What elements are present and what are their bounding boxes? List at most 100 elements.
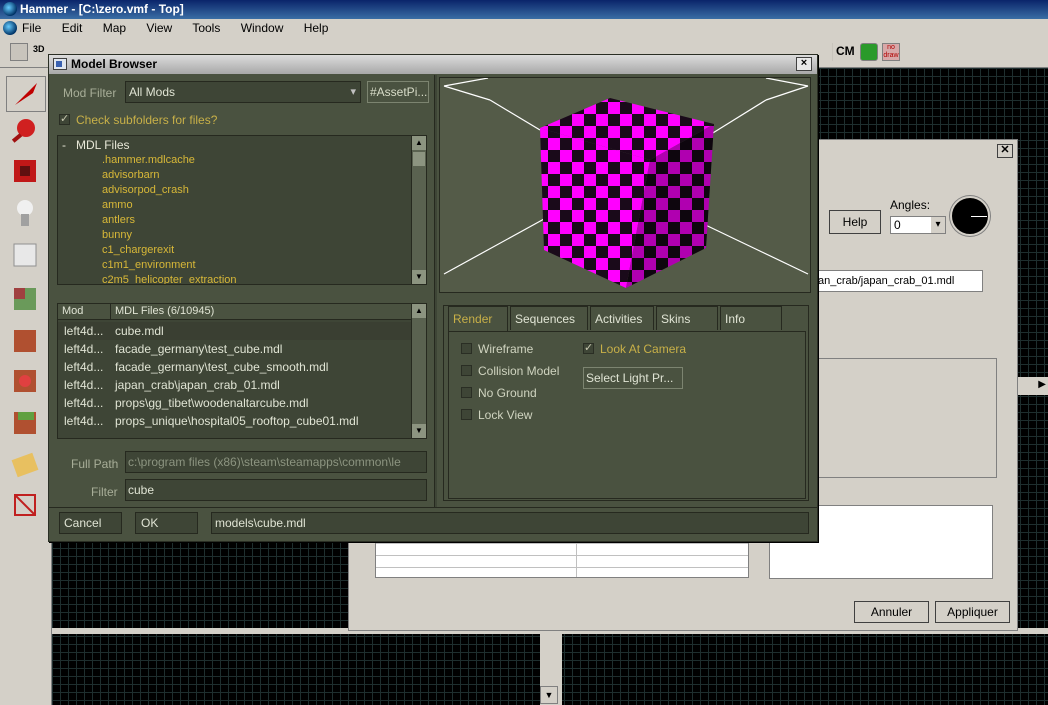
file-row[interactable]: left4d... props_unique\hospital05_rooftop… [58, 412, 413, 430]
tab-render[interactable]: Render [448, 306, 508, 332]
apply-texture-icon[interactable] [6, 324, 46, 360]
filter-input[interactable]: cube [125, 479, 427, 501]
tree-scrollbar[interactable]: ▲ ▼ [411, 136, 426, 284]
texture-tool-icon[interactable] [6, 282, 46, 318]
wireframe-option[interactable]: Wireframe [461, 342, 533, 356]
document-globe-icon[interactable] [3, 21, 17, 35]
grid-toggle-icon[interactable] [10, 43, 28, 61]
row-mod: left4d... [64, 378, 104, 392]
menu-window[interactable]: Window [241, 21, 284, 35]
full-path-field[interactable]: c:\program files (x86)\steam\steamapps\c… [125, 451, 427, 473]
no-ground-option[interactable]: No Ground [461, 386, 537, 400]
menu-map[interactable]: Map [103, 21, 126, 35]
look-at-camera-option[interactable]: Look At Camera [583, 341, 686, 356]
subfolders-checkbox[interactable] [59, 112, 70, 125]
file-row[interactable]: left4d... facade_germany\test_cube_smooth… [58, 358, 413, 376]
tree-item[interactable]: advisorbarn [102, 168, 237, 183]
magnify-tool-icon[interactable] [6, 114, 46, 150]
menu-view[interactable]: View [146, 21, 172, 35]
tab-activities[interactable]: Activities [590, 306, 654, 330]
entity-tool-icon[interactable] [6, 196, 46, 232]
angles-dial-icon[interactable] [950, 196, 990, 236]
tree-item[interactable]: .hammer.mdlcache [102, 153, 237, 168]
tree-item[interactable]: ammo [102, 198, 237, 213]
overlay-tool-icon[interactable] [6, 406, 46, 442]
look-at-camera-checkbox[interactable] [583, 341, 594, 354]
tree-item[interactable]: antlers [102, 213, 237, 228]
pane-splitter[interactable] [434, 75, 437, 507]
tree-item[interactable]: c2m5_helicopter_extraction [102, 273, 237, 284]
menu-tools[interactable]: Tools [192, 21, 220, 35]
file-list-scrollbar[interactable]: ▲ ▼ [411, 304, 426, 438]
menu-edit[interactable]: Edit [62, 21, 83, 35]
file-row[interactable]: left4d... japan_crab\japan_crab_01.mdl [58, 376, 413, 394]
viewport-scroll-down-icon[interactable]: ▼ [540, 686, 558, 704]
row-file: japan_crab\japan_crab_01.mdl [115, 378, 280, 392]
angles-select[interactable]: 0 [890, 216, 946, 234]
model-keyvalue-field[interactable]: an_crab/japan_crab_01.mdl [815, 270, 983, 292]
scroll-up-icon[interactable]: ▲ [412, 304, 426, 318]
scroll-right-icon[interactable] [1018, 377, 1048, 395]
properties-help-button[interactable]: Help [829, 210, 881, 234]
window-app-icon [53, 58, 67, 70]
keyvalue-table[interactable] [375, 542, 749, 578]
tab-info[interactable]: Info [720, 306, 782, 330]
row-mod: left4d... [64, 342, 104, 356]
collision-option[interactable]: Collision Model [461, 364, 559, 378]
collision-checkbox[interactable] [461, 365, 472, 376]
scroll-down-icon[interactable]: ▼ [412, 270, 426, 284]
3d-grid-label[interactable]: 3D [33, 44, 45, 54]
subfolders-checkbox-row[interactable]: Check subfolders for files? [59, 112, 218, 127]
properties-close-icon[interactable]: ✕ [997, 144, 1013, 158]
green-leaf-icon[interactable] [860, 43, 878, 61]
vertex-tool-icon[interactable] [6, 488, 46, 524]
wireframe-checkbox[interactable] [461, 343, 472, 354]
menu-file[interactable]: File [22, 21, 41, 35]
scroll-down-icon[interactable]: ▼ [412, 424, 426, 438]
tree-item[interactable]: c1m1_environment [102, 258, 237, 273]
no-ground-checkbox[interactable] [461, 387, 472, 398]
tree-item[interactable]: advisorpod_crash [102, 183, 237, 198]
subfolders-label: Check subfolders for files? [76, 113, 218, 127]
camera-tool-icon[interactable] [6, 154, 46, 190]
row-mod: left4d... [64, 396, 104, 410]
selection-tool-icon[interactable] [6, 76, 46, 112]
close-icon[interactable]: × [796, 57, 812, 71]
nodraw-button[interactable]: no draw [882, 43, 900, 61]
appliquer-button[interactable]: Appliquer [935, 601, 1010, 623]
tab-skins[interactable]: Skins [656, 306, 718, 330]
asset-picker-button[interactable]: #AssetPi... [367, 81, 429, 103]
file-list[interactable]: Mod MDL Files (6/10945) left4d... cube.md… [57, 303, 427, 439]
file-row[interactable]: left4d... facade_germany\test_cube.mdl [58, 340, 413, 358]
column-mdl-files[interactable]: MDL Files (6/10945) [110, 304, 214, 319]
cancel-button[interactable]: Cancel [59, 512, 122, 534]
tree-item[interactable]: c1_chargerexit [102, 243, 237, 258]
collapse-icon[interactable]: - [62, 138, 76, 152]
block-tool-icon[interactable] [6, 238, 46, 274]
hammer-globe-icon [3, 2, 17, 16]
annuler-button[interactable]: Annuler [854, 601, 929, 623]
lock-view-option[interactable]: Lock View [461, 408, 532, 422]
tree-root-mdl-files[interactable]: - MDL Files [62, 138, 130, 152]
column-mod[interactable]: Mod [62, 304, 83, 319]
preview-tabs: Render Sequences Activities Skins Info W… [443, 305, 809, 501]
decal-tool-icon[interactable] [6, 364, 46, 400]
model-preview[interactable] [439, 77, 811, 293]
select-light-button[interactable]: Select Light Pr... [583, 367, 683, 389]
scroll-thumb[interactable] [413, 152, 425, 166]
selected-model-path[interactable]: models\cube.mdl [211, 512, 809, 534]
mod-filter-dropdown[interactable]: All Mods [125, 81, 361, 103]
lock-view-checkbox[interactable] [461, 409, 472, 420]
file-row[interactable]: left4d... props\gg_tibet\woodenaltarcube.… [58, 394, 413, 412]
clip-tool-icon[interactable] [6, 448, 46, 484]
tab-sequences[interactable]: Sequences [510, 306, 588, 330]
row-mod: left4d... [64, 324, 104, 338]
scroll-up-icon[interactable]: ▲ [412, 136, 426, 150]
folder-tree[interactable]: - MDL Files .hammer.mdlcache advisorbarn … [57, 135, 427, 285]
tree-item[interactable]: bunny [102, 228, 237, 243]
menu-help[interactable]: Help [304, 21, 329, 35]
toolbar-separator [832, 43, 833, 61]
cm-button[interactable]: CM [836, 44, 855, 58]
file-row[interactable]: left4d... cube.mdl [58, 322, 413, 340]
ok-button[interactable]: OK [135, 512, 198, 534]
